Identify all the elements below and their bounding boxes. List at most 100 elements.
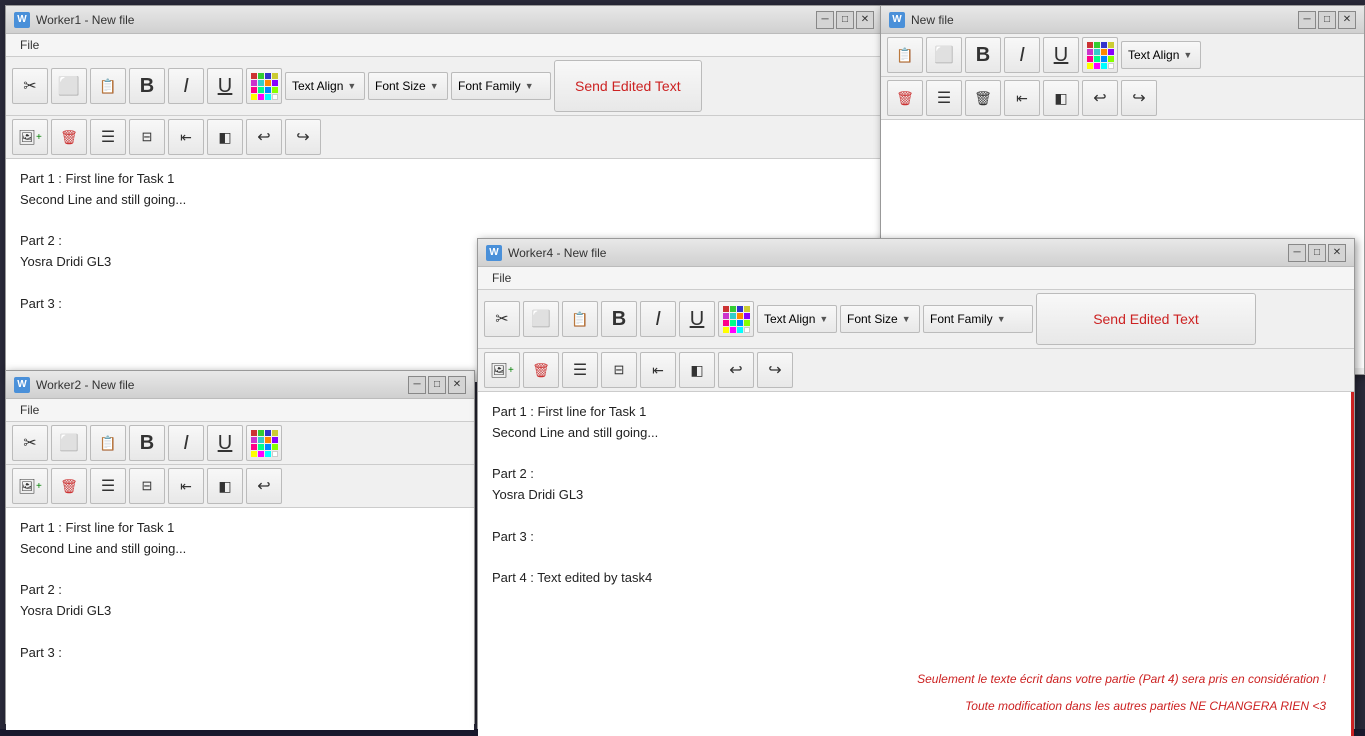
worker1-text-align-dropdown[interactable]: Text Align ▼	[285, 72, 365, 100]
worker1-color-btn[interactable]	[246, 68, 282, 104]
worker4-delete-btn[interactable]: 🗑	[523, 352, 559, 388]
worker2-color-btn[interactable]	[246, 425, 282, 461]
worker1-underline-btn[interactable]: U	[207, 68, 243, 104]
bg-toolbar2: 🗑 ☰ 🗑 ⇤ ◧ ↩ ↪	[881, 77, 1364, 120]
worker1-send-btn[interactable]: Send Edited Text	[554, 60, 702, 112]
worker4-list-btn[interactable]: ☰	[562, 352, 598, 388]
worker2-undo-btn[interactable]: ↩	[246, 468, 282, 504]
worker4-text-align-dropdown[interactable]: Text Align ▼	[757, 305, 837, 333]
worker1-paste-btn[interactable]: 📋	[90, 68, 126, 104]
worker2-delete-btn[interactable]: 🗑	[51, 468, 87, 504]
paste-icon: 📋	[99, 78, 116, 95]
worker1-eraser-btn[interactable]: ◧	[207, 119, 243, 155]
bg-underline-icon: U	[1054, 44, 1068, 67]
worker1-minimize-btn[interactable]: ─	[816, 11, 834, 29]
worker4-list-delete-btn[interactable]: ⊟	[601, 352, 637, 388]
bg-close-btn[interactable]: ✕	[1338, 11, 1356, 29]
bg-italic-btn[interactable]: I	[1004, 37, 1040, 73]
worker1-outdent-btn[interactable]: ⇤	[168, 119, 204, 155]
worker2-copy-btn[interactable]: ⬜	[51, 425, 87, 461]
worker1-close-btn[interactable]: ✕	[856, 11, 874, 29]
worker4-bold-btn[interactable]: B	[601, 301, 637, 337]
worker1-list-btn[interactable]: ☰	[90, 119, 126, 155]
worker1-font-family-dropdown[interactable]: Font Family ▼	[451, 72, 551, 100]
bg-minimize-btn[interactable]: ─	[1298, 11, 1316, 29]
worker4-italic-btn[interactable]: I	[640, 301, 676, 337]
worker1-maximize-btn[interactable]: □	[836, 11, 854, 29]
worker1-list-delete-btn[interactable]: ⊟	[129, 119, 165, 155]
worker1-toolbar2: 🖼+ 🗑 ☰ ⊟ ⇤ ◧ ↩ ↪	[6, 116, 882, 159]
bg-list-btn[interactable]: ☰	[926, 80, 962, 116]
worker2-close-btn[interactable]: ✕	[448, 376, 466, 394]
worker1-font-size-dropdown[interactable]: Font Size ▼	[368, 72, 448, 100]
worker4-line-4: Part 2 :	[492, 464, 1337, 485]
worker1-cut-btn[interactable]: ✂	[12, 68, 48, 104]
bg-copy-icon: 📋	[896, 47, 913, 64]
worker1-copy-btn[interactable]: ⬜	[51, 68, 87, 104]
worker4-image-btn[interactable]: 🖼+	[484, 352, 520, 388]
bg-outdent-btn[interactable]: ⇤	[1004, 80, 1040, 116]
worker4-copy-btn[interactable]: ⬜	[523, 301, 559, 337]
worker4-font-size-dropdown[interactable]: Font Size ▼	[840, 305, 920, 333]
w4-list-delete-icon: ⊟	[614, 362, 625, 378]
worker1-italic-btn[interactable]: I	[168, 68, 204, 104]
worker4-editor[interactable]: Part 1 : First line for Task 1 Second Li…	[478, 392, 1354, 736]
bg-underline-btn[interactable]: U	[1043, 37, 1079, 73]
worker1-bold-btn[interactable]: B	[129, 68, 165, 104]
worker4-maximize-btn[interactable]: □	[1308, 244, 1326, 262]
worker1-delete-btn[interactable]: 🗑	[51, 119, 87, 155]
worker4-font-family-dropdown[interactable]: Font Family ▼	[923, 305, 1033, 333]
worker2-editor[interactable]: Part 1 : First line for Task 1 Second Li…	[6, 508, 474, 730]
worker4-redo-btn[interactable]: ↪	[757, 352, 793, 388]
worker2-italic-btn[interactable]: I	[168, 425, 204, 461]
worker2-eraser-btn[interactable]: ◧	[207, 468, 243, 504]
w2-italic-icon: I	[183, 432, 189, 455]
worker4-outdent-btn[interactable]: ⇤	[640, 352, 676, 388]
worker2-window: W Worker2 - New file ─ □ ✕ File ✂ ⬜ 📋 B …	[5, 370, 475, 724]
worker2-minimize-btn[interactable]: ─	[408, 376, 426, 394]
bg-bold-btn[interactable]: B	[965, 37, 1001, 73]
worker4-cut-btn[interactable]: ✂	[484, 301, 520, 337]
bg-paste-btn[interactable]: ⬜	[926, 37, 962, 73]
w2-bold-icon: B	[140, 432, 154, 455]
worker2-line-1: Part 1 : First line for Task 1	[20, 518, 460, 539]
worker4-undo-btn[interactable]: ↩	[718, 352, 754, 388]
worker4-close-btn[interactable]: ✕	[1328, 244, 1346, 262]
bg-delete-btn[interactable]: 🗑	[887, 80, 923, 116]
worker4-minimize-btn[interactable]: ─	[1288, 244, 1306, 262]
worker1-file-menu[interactable]: File	[14, 36, 45, 54]
bg-maximize-btn[interactable]: □	[1318, 11, 1336, 29]
worker4-underline-btn[interactable]: U	[679, 301, 715, 337]
bg-eraser-btn[interactable]: ◧	[1043, 80, 1079, 116]
font-family-label: Font Family	[458, 79, 521, 93]
worker2-paste-btn[interactable]: 📋	[90, 425, 126, 461]
worker4-color-btn[interactable]	[718, 301, 754, 337]
worker2-image-btn[interactable]: 🖼+	[12, 468, 48, 504]
worker2-cut-btn[interactable]: ✂	[12, 425, 48, 461]
worker1-undo-btn[interactable]: ↩	[246, 119, 282, 155]
bg-color-btn[interactable]	[1082, 37, 1118, 73]
worker4-send-btn[interactable]: Send Edited Text	[1036, 293, 1256, 345]
worker1-image-btn[interactable]: 🖼+	[12, 119, 48, 155]
bg-redo-btn[interactable]: ↪	[1121, 80, 1157, 116]
worker2-bold-btn[interactable]: B	[129, 425, 165, 461]
worker1-redo-btn[interactable]: ↪	[285, 119, 321, 155]
bg-undo-btn[interactable]: ↩	[1082, 80, 1118, 116]
w2-underline-icon: U	[218, 432, 232, 455]
worker2-list-btn[interactable]: ☰	[90, 468, 126, 504]
worker4-icon: W	[486, 245, 502, 261]
worker4-eraser-btn[interactable]: ◧	[679, 352, 715, 388]
copy-icon: ⬜	[58, 76, 80, 97]
worker4-file-menu[interactable]: File	[486, 269, 517, 287]
worker2-maximize-btn[interactable]: □	[428, 376, 446, 394]
list-icon: ☰	[101, 127, 115, 147]
worker2-list-delete-btn[interactable]: ⊟	[129, 468, 165, 504]
bg-text-align-dropdown[interactable]: Text Align ▼	[1121, 41, 1201, 69]
worker4-paste-btn[interactable]: 📋	[562, 301, 598, 337]
bg-list-delete-btn[interactable]: 🗑	[965, 80, 1001, 116]
bg-copy-btn[interactable]: 📋	[887, 37, 923, 73]
worker2-file-menu[interactable]: File	[14, 401, 45, 419]
list-delete-icon: ⊟	[142, 129, 153, 145]
worker2-outdent-btn[interactable]: ⇤	[168, 468, 204, 504]
worker2-underline-btn[interactable]: U	[207, 425, 243, 461]
